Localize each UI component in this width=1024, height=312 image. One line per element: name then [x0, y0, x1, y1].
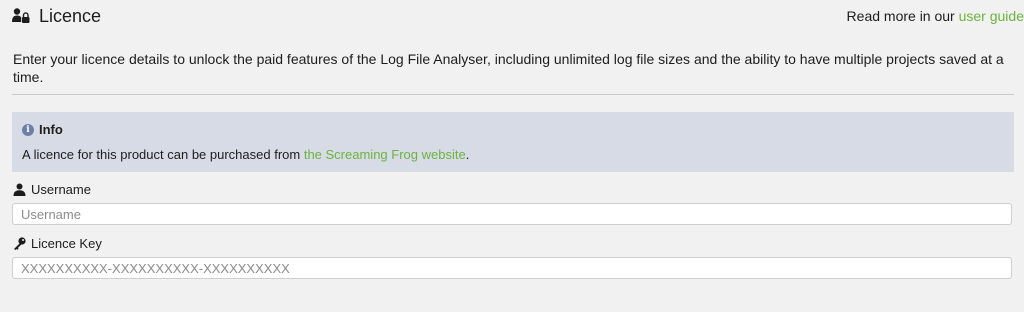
licence-key-label-text: Licence Key: [31, 236, 102, 251]
info-heading: i Info: [22, 122, 63, 137]
licence-key-label: Licence Key: [13, 236, 102, 251]
key-icon: [14, 237, 26, 250]
username-label-text: Username: [31, 182, 91, 197]
info-text-suffix: .: [465, 147, 470, 162]
username-label: Username: [13, 182, 91, 197]
screaming-frog-website-link[interactable]: the Screaming Frog website: [304, 147, 466, 162]
info-text-prefix: A licence for this product can be purcha…: [22, 147, 304, 162]
username-input[interactable]: [12, 203, 1012, 225]
user-guide-link[interactable]: user guide: [959, 8, 1024, 24]
user-lock-icon: [12, 8, 30, 23]
info-heading-label: Info: [39, 122, 63, 137]
licence-page: Licence Read more in our user guide Ente…: [0, 0, 1024, 312]
user-guide-note: Read more in our user guide: [847, 8, 1024, 24]
divider: [12, 94, 1014, 95]
user-icon: [13, 183, 26, 196]
info-box: i Info A licence for this product can be…: [12, 112, 1014, 172]
info-icon: i: [22, 123, 34, 136]
licence-key-input[interactable]: [12, 257, 1012, 279]
info-text: A licence for this product can be purcha…: [22, 147, 469, 162]
intro-text: Enter your licence details to unlock the…: [13, 51, 1004, 85]
user-guide-prefix: Read more in our: [846, 8, 959, 24]
page-title: Licence: [39, 5, 102, 26]
